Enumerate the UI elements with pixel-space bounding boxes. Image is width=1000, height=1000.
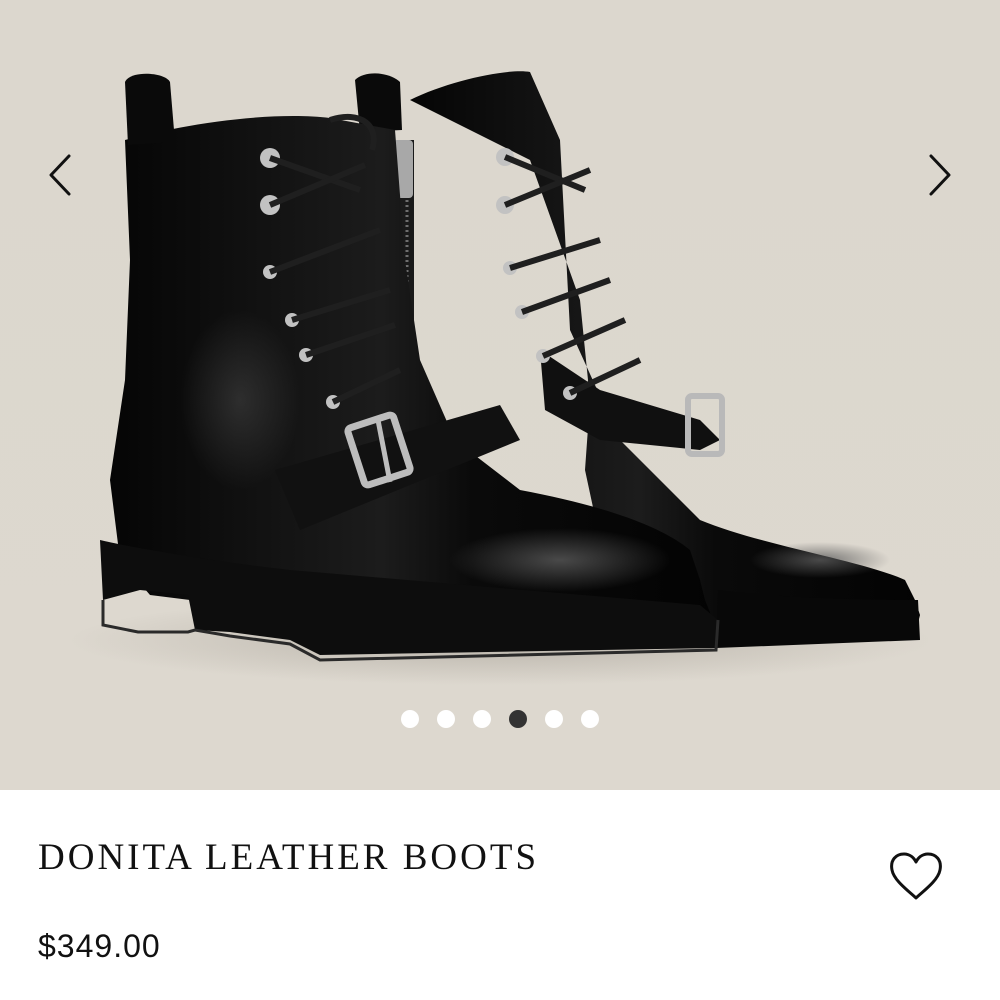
product-info: DONITA LEATHER BOOTS $349.00 xyxy=(0,790,1000,1000)
carousel-pagination xyxy=(0,710,1000,730)
carousel-dot[interactable] xyxy=(545,710,563,728)
carousel-dot[interactable] xyxy=(401,710,419,728)
carousel-dot[interactable] xyxy=(437,710,455,728)
wishlist-button[interactable] xyxy=(886,848,946,904)
chevron-left-icon xyxy=(49,154,71,196)
product-title: DONITA LEATHER BOOTS xyxy=(38,837,540,878)
carousel-dot-active[interactable] xyxy=(509,710,527,728)
product-page: DONITA LEATHER BOOTS $349.00 xyxy=(0,0,1000,1000)
product-price: $349.00 xyxy=(38,928,161,964)
carousel-next-button[interactable] xyxy=(910,145,970,205)
heart-outline-icon xyxy=(890,852,942,900)
carousel-dot[interactable] xyxy=(473,710,491,728)
carousel-dot[interactable] xyxy=(581,710,599,728)
product-image-carousel[interactable] xyxy=(0,0,1000,790)
chevron-right-icon xyxy=(929,154,951,196)
product-image xyxy=(0,0,1000,790)
carousel-prev-button[interactable] xyxy=(30,145,90,205)
